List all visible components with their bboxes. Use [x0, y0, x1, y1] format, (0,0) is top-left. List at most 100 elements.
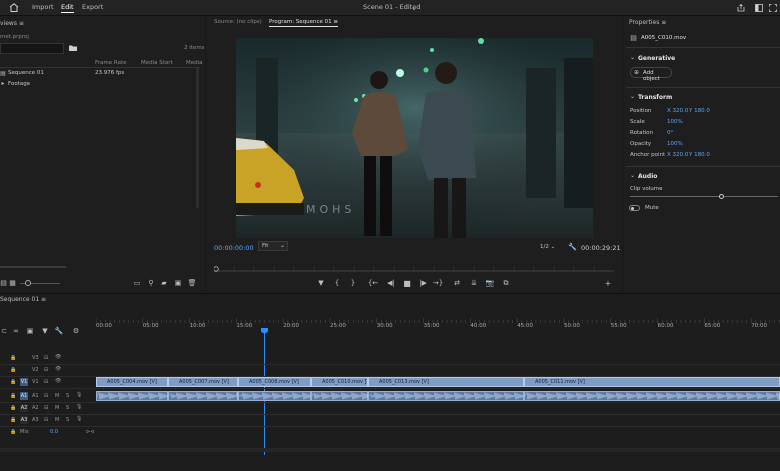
eye-icon[interactable]: 👁 [55, 366, 61, 372]
lock-icon[interactable]: 🔒 [10, 393, 16, 399]
audio-clip[interactable] [96, 391, 169, 401]
timecode-in[interactable]: 00:00:00:00 [214, 244, 254, 252]
solo-track-button[interactable]: S [66, 393, 69, 399]
video-clip[interactable]: A005_C007.mov [V] [168, 377, 238, 387]
settings-icon[interactable]: ⚙ [72, 327, 80, 335]
properties-title[interactable]: Properties ≡ [629, 19, 666, 26]
overwrite-icon[interactable]: ⇊ [469, 279, 479, 287]
solo-track-button[interactable]: S [66, 405, 69, 411]
lock-icon[interactable]: 🔒 [10, 417, 16, 423]
chevron-down-icon[interactable]: ⌄ [630, 54, 635, 61]
video-track-header-v2[interactable]: 🔒 V2 ⊟ 👁 [0, 365, 96, 376]
source-patch-a[interactable]: A3 [20, 416, 28, 424]
transform-section[interactable]: Transform [638, 94, 672, 101]
video-track-header-v3[interactable]: 🔒 V3 ⊟ 👁 [0, 353, 96, 364]
lock-icon[interactable]: 🔒 [10, 429, 16, 435]
button-editor-plus-icon[interactable]: + [604, 279, 612, 288]
source-patch-v1[interactable]: V1 [20, 378, 28, 386]
chevron-down-icon[interactable]: ⌄ [630, 93, 635, 100]
audio-clip[interactable] [238, 391, 312, 401]
anchor-x[interactable]: X 320.0 [667, 152, 688, 158]
go-to-out-icon[interactable]: →} [433, 279, 443, 287]
mark-in-icon[interactable]: { [333, 279, 341, 287]
menu-export[interactable]: Export [82, 3, 103, 11]
project-scrollbar[interactable] [196, 68, 199, 208]
microphone-icon[interactable]: 🎙 [76, 392, 82, 398]
new-item-icon[interactable]: ▣ [174, 279, 182, 287]
share-icon[interactable] [736, 2, 746, 13]
audio-clip[interactable] [524, 391, 780, 401]
find-icon[interactable]: ⚲ [147, 279, 155, 287]
video-clip[interactable]: A005_C013.mov [V] [368, 377, 524, 387]
step-forward-icon[interactable]: |▶ [419, 279, 427, 287]
lock-icon[interactable]: 🔒 [10, 355, 16, 361]
scale-value[interactable]: 100% [667, 119, 683, 125]
video-clip[interactable]: A005_C004.mov [V] [96, 377, 168, 387]
project-search-input[interactable] [0, 43, 64, 54]
timeline-h-scrollbar[interactable] [0, 448, 780, 452]
list-view-icon[interactable]: ▤ [0, 279, 7, 287]
eye-icon[interactable]: 👁 [55, 378, 61, 384]
automate-icon[interactable]: ▭ [133, 279, 141, 287]
add-marker-icon[interactable]: ▼ [317, 279, 325, 287]
chevron-down-icon[interactable]: ⌄ [410, 2, 418, 13]
generative-section[interactable]: Generative [638, 55, 675, 62]
export-frame-icon[interactable]: 📷 [485, 279, 495, 287]
mute-track-button[interactable]: M [55, 417, 59, 423]
resolution-dropdown[interactable]: 1/2 ⌄ [540, 244, 555, 250]
timeline-timecode[interactable] [0, 310, 8, 315]
new-bin-bottom-icon[interactable]: ▰ [160, 279, 168, 287]
position-y[interactable]: Y 180.0 [689, 108, 710, 114]
audio-clip[interactable] [368, 391, 525, 401]
video-track-header-v1[interactable]: 🔒 V1 V1 ⊟ 👁 [0, 377, 96, 388]
chevron-down-icon[interactable]: ⌄ [630, 172, 635, 179]
sync-lock-icon[interactable]: ⊟ [44, 367, 48, 373]
mark-out-icon[interactable]: } [349, 279, 357, 287]
sync-lock-icon[interactable]: ⊟ [44, 393, 48, 399]
stop-icon[interactable]: ■ [403, 279, 411, 288]
solo-track-button[interactable]: S [66, 417, 69, 423]
lock-icon[interactable]: 🔒 [10, 405, 16, 411]
clip-volume-slider[interactable] [630, 196, 778, 197]
timeline-wrench-icon[interactable]: 🔧 [55, 327, 64, 335]
wrench-icon[interactable]: 🔧 [568, 242, 577, 251]
microphone-icon[interactable]: 🎙 [76, 404, 82, 410]
captions-icon[interactable]: ▼ [41, 327, 49, 335]
col-media[interactable]: Media [186, 60, 203, 66]
mix-end-icon[interactable]: ⊳⊲ [86, 429, 94, 435]
video-clip[interactable]: A005_C008.mov [V] [238, 377, 311, 387]
snap-icon[interactable]: ⊂ [0, 327, 8, 335]
sync-lock-icon[interactable]: ⊟ [44, 355, 48, 361]
add-object-button[interactable]: ⊕ Add object [630, 67, 672, 82]
clip-volume-handle[interactable] [719, 194, 724, 199]
zoom-slider-handle[interactable] [25, 280, 31, 286]
add-marker-timeline-icon[interactable]: ▣ [26, 327, 34, 335]
position-x[interactable]: X 320.0 [667, 108, 688, 114]
sync-lock-icon[interactable]: ⊟ [44, 405, 48, 411]
menu-edit[interactable]: Edit [61, 3, 74, 13]
audio-clip[interactable] [168, 391, 239, 401]
workspace-icon[interactable] [754, 2, 764, 13]
menu-import[interactable]: Import [32, 3, 54, 11]
mute-toggle[interactable] [629, 205, 640, 211]
audio-track-header-a3[interactable]: 🔒 A3 A3 ⊟ M S 🎙 [0, 415, 96, 426]
project-h-scrollbar[interactable] [0, 266, 66, 268]
go-to-in-icon[interactable]: {← [368, 279, 378, 287]
project-row-footage[interactable]: Footage [8, 81, 30, 87]
lock-icon[interactable]: 🔒 [10, 367, 16, 373]
monitor-scrubber[interactable] [213, 264, 614, 272]
timeline-tab[interactable]: Sequence 01 ≡ [0, 296, 46, 303]
eye-icon[interactable]: 👁 [55, 354, 61, 360]
trash-icon[interactable]: 🗑 [188, 279, 197, 287]
audio-track-header-a2[interactable]: 🔒 A2 A2 ⊟ M S 🎙 [0, 403, 96, 414]
video-clip[interactable]: A005_C011.mov [V] [524, 377, 780, 387]
col-frame-rate[interactable]: Frame Rate [95, 60, 127, 66]
program-video-frame[interactable]: MOHS [236, 38, 593, 238]
rotation-value[interactable]: 0° [667, 130, 673, 136]
linked-selection-icon[interactable]: ∞ [12, 327, 20, 335]
program-tab[interactable]: Program: Sequence 01 ≡ [269, 19, 339, 27]
step-back-icon[interactable]: ◀| [387, 279, 395, 287]
sync-lock-icon[interactable]: ⊟ [44, 379, 48, 385]
audio-section[interactable]: Audio [638, 173, 657, 180]
source-patch-a[interactable]: A1 [20, 392, 28, 400]
